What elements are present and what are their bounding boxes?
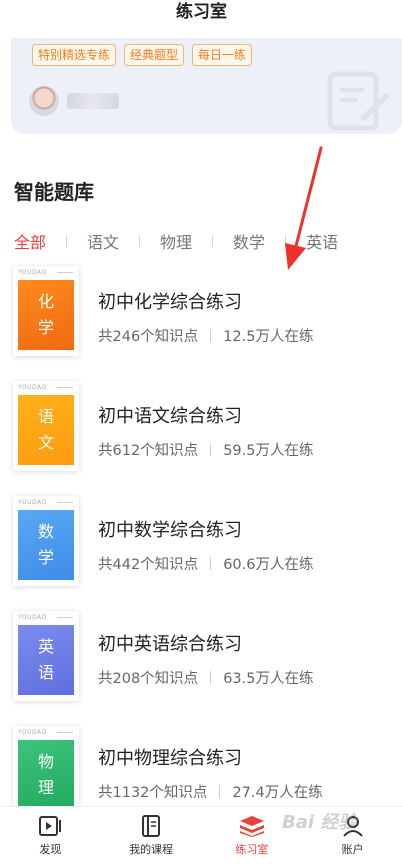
- courses-icon: [142, 815, 161, 837]
- tab-divider: [139, 235, 141, 247]
- course-title: 初中数学综合练习: [98, 520, 242, 541]
- nav-label: 我的课程: [129, 843, 174, 856]
- practice-icon: [239, 816, 264, 837]
- section-title: 智能题库: [14, 180, 94, 204]
- tab-math[interactable]: 数学: [233, 229, 265, 253]
- cover-art: 化 学: [18, 280, 74, 350]
- learner-count: 27.4万人在练: [232, 785, 323, 801]
- meta-divider: [219, 785, 221, 798]
- book-brand: YOUDAO: [18, 614, 47, 621]
- nav-label: 练习室: [235, 843, 269, 856]
- tag-daily[interactable]: 每日一练: [192, 44, 253, 66]
- cover-char: 语: [37, 407, 54, 426]
- course-meta: 共1132个知识点 27.4万人在练: [98, 781, 323, 802]
- cover-char: 物: [37, 752, 54, 771]
- cover-char: 文: [37, 433, 54, 452]
- course-cover: YOUDAO 语 文: [13, 381, 79, 471]
- book-brand: YOUDAO: [18, 269, 47, 276]
- meta-divider: [210, 557, 212, 570]
- cover-art: 物 理: [18, 740, 74, 810]
- cover-char: 学: [37, 548, 54, 567]
- course-title: 初中英语综合练习: [98, 634, 242, 655]
- course-meta: 共208个知识点 63.5万人在练: [98, 667, 313, 688]
- cover-char: 学: [37, 318, 54, 337]
- cover-char: 化: [37, 292, 54, 311]
- tab-divider: [212, 235, 214, 247]
- avatar: [29, 86, 59, 116]
- nav-discover[interactable]: 发现: [0, 807, 101, 864]
- course-cover: YOUDAO 化 学: [13, 266, 79, 356]
- cover-char: 语: [37, 663, 54, 682]
- knowledge-points: 共246个知识点: [98, 329, 199, 345]
- tab-physics[interactable]: 物理: [160, 229, 192, 253]
- practice-banner[interactable]: 特别精选专练 经典题型 每日一练: [11, 38, 402, 134]
- book-brand: YOUDAO: [18, 499, 47, 506]
- book-brand: YOUDAO: [18, 729, 47, 736]
- knowledge-points: 共208个知识点: [98, 671, 199, 687]
- course-meta: 共246个知识点 12.5万人在练: [98, 325, 313, 346]
- meta-divider: [210, 443, 212, 456]
- subject-tabs: 全部 语文 物理 数学 英语: [14, 228, 403, 254]
- cover-art: 英 语: [18, 625, 74, 695]
- course-meta: 共612个知识点 59.5万人在练: [98, 439, 313, 460]
- nav-label: 发现: [39, 843, 62, 856]
- cover-char: 英: [37, 637, 54, 656]
- course-title: 初中物理综合练习: [98, 748, 242, 769]
- course-item-math[interactable]: YOUDAO 数 学 初中数学综合练习 共442个知识点 60.6万人在练: [0, 496, 403, 606]
- banner-tags: 特别精选专练 经典题型 每日一练: [32, 44, 253, 66]
- course-item-chemistry[interactable]: YOUDAO 化 学 初中化学综合练习 共246个知识点 12.5万人在练: [0, 266, 403, 376]
- book-brand: YOUDAO: [18, 384, 47, 391]
- course-meta: 共442个知识点 60.6万人在练: [98, 553, 313, 574]
- meta-divider: [210, 329, 212, 342]
- nav-my-courses[interactable]: 我的课程: [101, 807, 202, 864]
- course-item-chinese[interactable]: YOUDAO 语 文 初中语文综合练习 共612个知识点 59.5万人在练: [0, 381, 403, 491]
- tab-english[interactable]: 英语: [306, 229, 338, 253]
- meta-divider: [210, 671, 212, 684]
- cover-art: 数 学: [18, 510, 74, 580]
- knowledge-points: 共612个知识点: [98, 443, 199, 459]
- discover-icon: [39, 816, 62, 836]
- brand-line: [57, 272, 73, 273]
- brand-line: [57, 502, 73, 503]
- brand-line: [57, 732, 73, 733]
- cover-art: 语 文: [18, 395, 74, 465]
- learner-count: 12.5万人在练: [223, 329, 314, 345]
- knowledge-points: 共1132个知识点: [98, 785, 208, 801]
- tag-special[interactable]: 特别精选专练: [32, 44, 117, 66]
- document-edit-icon: [327, 71, 389, 131]
- tab-all[interactable]: 全部: [14, 229, 46, 253]
- watermark: Bai 经验: [282, 812, 357, 833]
- course-title: 初中化学综合练习: [98, 292, 242, 313]
- learner-count: 59.5万人在练: [223, 443, 314, 459]
- tag-classic[interactable]: 经典题型: [124, 44, 185, 66]
- nav-label: 账户: [341, 843, 364, 856]
- course-cover: YOUDAO 英 语: [13, 611, 79, 701]
- course-cover: YOUDAO 数 学: [13, 496, 79, 586]
- cover-char: 数: [37, 522, 54, 541]
- page-title: 练习室: [176, 2, 227, 22]
- course-item-english[interactable]: YOUDAO 英 语 初中英语综合练习 共208个知识点 63.5万人在练: [0, 611, 403, 721]
- brand-line: [57, 617, 73, 618]
- tab-divider: [285, 235, 287, 247]
- tab-chinese[interactable]: 语文: [87, 229, 119, 253]
- cover-char: 理: [37, 778, 54, 797]
- learner-count: 60.6万人在练: [223, 557, 314, 573]
- course-cover: YOUDAO 物 理: [13, 726, 79, 816]
- course-title: 初中语文综合练习: [98, 406, 242, 427]
- tab-divider: [66, 235, 68, 247]
- knowledge-points: 共442个知识点: [98, 557, 199, 573]
- learner-count: 63.5万人在练: [223, 671, 314, 687]
- brand-line: [57, 387, 73, 388]
- blurred-username: [67, 93, 119, 109]
